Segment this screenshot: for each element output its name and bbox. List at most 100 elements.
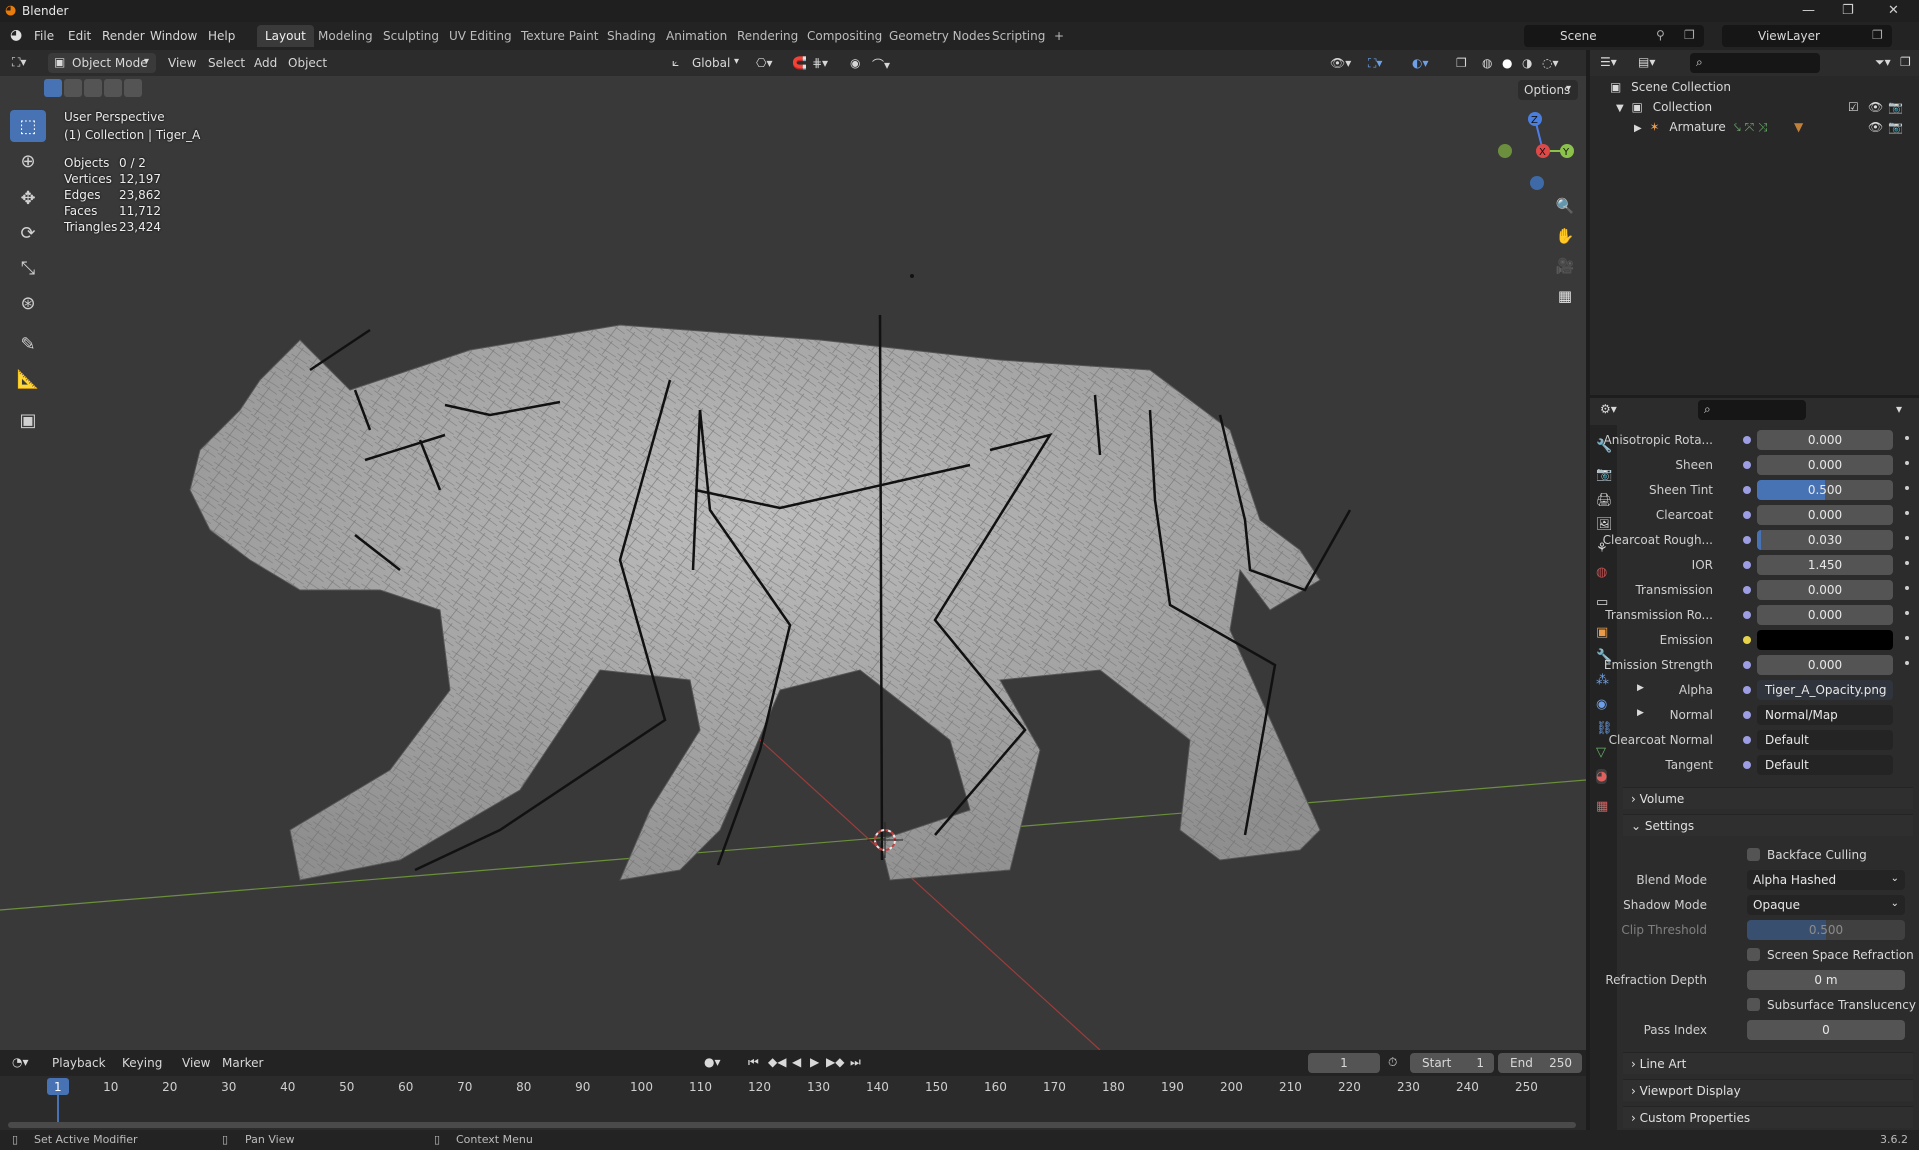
proportional-edit-icon[interactable]: ◉ — [850, 56, 860, 70]
outliner-search-input[interactable]: ⌕ — [1690, 53, 1820, 73]
add-cube-tool[interactable]: ▣ — [10, 404, 46, 436]
menu-select[interactable]: Select — [208, 56, 245, 70]
property-row[interactable]: IOR 1.450 — [1623, 555, 1913, 575]
overlay-toggle-icon[interactable]: ◐▾ — [1412, 56, 1429, 70]
camera-view-icon[interactable]: 🎥 — [1552, 253, 1578, 279]
tab-animation[interactable]: Animation — [658, 25, 735, 47]
play-reverse-icon[interactable]: ◀ — [792, 1055, 801, 1069]
texture-tab-icon[interactable]: ▦ — [1596, 799, 1608, 814]
tab-scripting[interactable]: Scripting — [984, 25, 1053, 47]
property-row[interactable]: Transmission Ro... 0.000 — [1605, 605, 1913, 625]
tab-shading[interactable]: Shading — [599, 25, 664, 47]
pin-icon[interactable]: ⚲ — [1656, 28, 1665, 42]
link-row[interactable]: ▶ Alpha Tiger_A_Opacity.png — [1623, 680, 1913, 700]
link-value[interactable]: Tiger_A_Opacity.png — [1757, 680, 1893, 700]
menu-render[interactable]: Render — [102, 29, 145, 43]
new-view-layer-icon[interactable]: ❐ — [1872, 28, 1883, 42]
view-layer-selector[interactable]: ViewLayer ❐ — [1722, 25, 1892, 47]
record-icon[interactable]: ●▾ — [704, 1055, 721, 1069]
keyframe-dot-icon[interactable] — [1905, 461, 1909, 465]
keyframe-dot-icon[interactable] — [1905, 536, 1909, 540]
scene-selector[interactable]: Scene ⚲ ❐ — [1524, 25, 1704, 47]
backface-culling-checkbox[interactable] — [1747, 848, 1760, 861]
keyframe-dot-icon[interactable] — [1905, 586, 1909, 590]
pan-hand-icon[interactable]: ✋ — [1552, 223, 1578, 249]
options-dropdown[interactable]: Options ▾ — [1518, 80, 1578, 100]
menu-timeline-view[interactable]: View — [182, 1056, 210, 1070]
filter-icon[interactable]: ⏷▾ — [1875, 55, 1891, 70]
ortho-grid-icon[interactable]: ▦ — [1552, 283, 1578, 309]
tab-compositing[interactable]: Compositing — [799, 25, 890, 47]
prev-keyframe-icon[interactable]: ◆◀ — [768, 1055, 786, 1069]
blend-mode-row[interactable]: Blend Mode Alpha Hashed ⌄ — [1623, 870, 1913, 890]
property-row[interactable]: Emission — [1623, 630, 1913, 650]
mode-dropdown[interactable]: ▣ Object Mode ▾ — [48, 53, 156, 73]
keyframe-dot-icon[interactable] — [1905, 436, 1909, 440]
tab-uv-editing[interactable]: UV Editing — [441, 25, 520, 47]
tab-modeling[interactable]: Modeling — [310, 25, 381, 47]
select-mode-buttons[interactable] — [44, 79, 142, 97]
shadow-mode-dropdown[interactable]: Opaque ⌄ — [1747, 895, 1905, 915]
keyframe-dot-icon[interactable] — [1905, 661, 1909, 665]
refraction-depth-value[interactable]: 0 m — [1747, 970, 1905, 990]
camera-icon[interactable]: 📷 — [1888, 100, 1903, 114]
menu-help[interactable]: Help — [208, 29, 235, 43]
line-art-section-header[interactable]: › Line Art — [1623, 1052, 1913, 1074]
checkbox-icon[interactable]: ☑ — [1848, 100, 1859, 114]
eye-icon[interactable]: 👁 — [1868, 100, 1883, 114]
keyframe-dot-icon[interactable] — [1905, 611, 1909, 615]
menu-add[interactable]: Add — [254, 56, 277, 70]
blender-menu-icon[interactable]: ◕ — [10, 27, 22, 43]
wireframe-shading-icon[interactable]: ◍ — [1482, 56, 1492, 70]
settings-section-header[interactable]: ⌄ Settings — [1623, 814, 1913, 836]
render-tab-icon[interactable]: 📷 — [1596, 467, 1612, 482]
tiger-mesh[interactable] — [189, 324, 1321, 881]
editor-type-icon[interactable]: ⛶▾ — [12, 55, 26, 70]
snap-icon[interactable]: 🧲 — [792, 56, 807, 70]
scene-collection-row[interactable]: ▣ Scene Collection — [1610, 80, 1731, 94]
link-row[interactable]: Tangent Default — [1623, 755, 1913, 775]
expand-arrow-icon[interactable]: ▶ — [1637, 708, 1644, 718]
property-row[interactable]: Sheen Tint 0.500 — [1623, 480, 1913, 500]
subsurface-checkbox[interactable] — [1747, 998, 1760, 1011]
jump-end-icon[interactable]: ⏭ — [850, 1055, 861, 1070]
physics-tab-icon[interactable]: ◉ — [1596, 697, 1607, 712]
material-tab-icon[interactable]: ◕ — [1596, 769, 1608, 784]
view-layer-tab-icon[interactable]: 🖼 — [1596, 517, 1613, 532]
property-value[interactable]: 0.000 — [1757, 580, 1893, 600]
cursor-tool[interactable]: ⊕ — [10, 145, 46, 177]
current-frame-field[interactable]: 1 — [1308, 1053, 1380, 1073]
property-row[interactable]: Emission Strength 0.000 — [1604, 655, 1913, 675]
material-shading-icon[interactable]: ◑ — [1522, 56, 1532, 70]
tab-sculpting[interactable]: Sculpting — [375, 25, 447, 47]
volume-section-header[interactable]: › Volume — [1623, 787, 1913, 809]
property-row[interactable]: Sheen 0.000 — [1623, 455, 1913, 475]
tab-layout[interactable]: Layout — [257, 25, 314, 47]
new-collection-icon[interactable]: ❐ — [1900, 55, 1911, 69]
chevron-down-icon[interactable]: ▾ — [1896, 402, 1902, 416]
outliner-editor-icon[interactable]: ☰▾ — [1600, 55, 1617, 69]
data-tab-icon[interactable]: ▽ — [1596, 745, 1606, 760]
end-frame-field[interactable]: End 250 — [1498, 1053, 1582, 1073]
collection-row[interactable]: ▼ ▣ Collection ☑ 👁 📷 — [1616, 100, 1916, 114]
refraction-depth-row[interactable]: Refraction Depth 0 m — [1605, 970, 1913, 990]
select-box-tool[interactable]: ⬚ — [10, 110, 46, 142]
visibility-icon[interactable]: 👁▾ — [1330, 56, 1351, 70]
world-tab-icon[interactable]: ◍ — [1596, 565, 1607, 580]
expand-arrow-icon[interactable]: ▼ — [1616, 103, 1624, 114]
menu-object[interactable]: Object — [288, 56, 327, 70]
pass-index-row[interactable]: Pass Index 0 — [1623, 1020, 1913, 1040]
stopwatch-icon[interactable]: ⏱ — [1388, 1055, 1397, 1070]
rendered-shading-icon[interactable]: ◌▾ — [1542, 56, 1559, 70]
property-value[interactable]: 0.500 — [1757, 480, 1893, 500]
orientation-dropdown[interactable]: ⟀ Global ▾ — [668, 53, 746, 73]
tab-geometry-nodes[interactable]: Geometry Nodes — [881, 25, 998, 47]
gizmo-toggle-icon[interactable]: ⛶▾ — [1368, 56, 1382, 71]
armature-row[interactable]: ▶ ✶ Armature ⤥ ⤧ ⤨ ▼ 👁 📷 — [1634, 120, 1916, 134]
keyframe-dot-icon[interactable] — [1905, 511, 1909, 515]
link-value[interactable]: Default — [1757, 755, 1893, 775]
eye-icon[interactable]: 👁 — [1868, 120, 1883, 134]
select-new-icon[interactable] — [44, 79, 62, 97]
solid-shading-icon[interactable]: ● — [1502, 56, 1512, 70]
new-scene-icon[interactable]: ❐ — [1684, 28, 1695, 42]
